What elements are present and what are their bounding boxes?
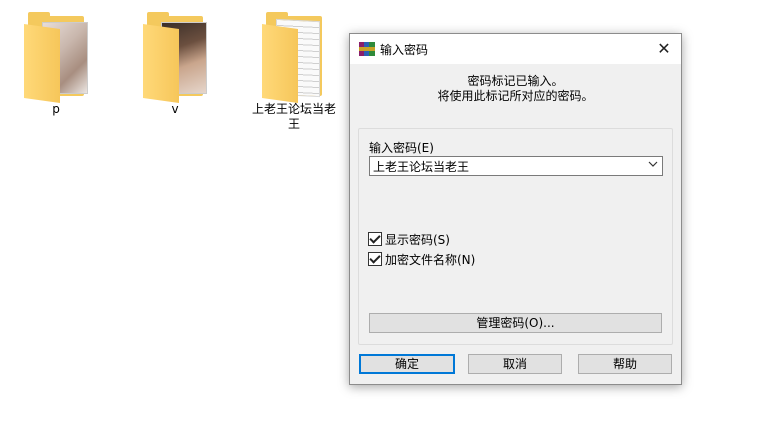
password-value: 上老王论坛当老王: [373, 160, 470, 174]
chevron-down-icon[interactable]: [648, 159, 658, 172]
folder-icon: [24, 12, 88, 104]
desktop-folder-p[interactable]: p: [8, 12, 104, 117]
message-line-2: 将使用此标记所对应的密码。: [437, 89, 594, 103]
dialog-title: 输入密码: [380, 43, 429, 57]
show-password-checkbox[interactable]: 显示密码(S): [368, 231, 450, 247]
folder-icon: [143, 12, 207, 104]
folder-icon: [262, 12, 326, 104]
manage-passwords-button[interactable]: 管理密码(O)...: [369, 313, 662, 333]
password-group: 输入密码(E) 上老王论坛当老王 显示密码(S) 加密文件名称(N) 管理密码(…: [358, 128, 673, 345]
dialog-body: 密码标记已输入。 将使用此标记所对应的密码。 输入密码(E) 上老王论坛当老王 …: [350, 64, 681, 384]
checkbox-checked-icon[interactable]: [368, 232, 382, 246]
dialog-titlebar[interactable]: 输入密码 ✕: [350, 34, 681, 64]
encrypt-names-checkbox[interactable]: 加密文件名称(N): [368, 251, 475, 267]
folder-label: 上老王论坛当老王: [252, 102, 337, 131]
folder-label: v: [171, 102, 179, 116]
dialog-message: 密码标记已输入。 将使用此标记所对应的密码。: [350, 74, 681, 104]
close-icon[interactable]: ✕: [647, 34, 681, 64]
desktop-folder-laowang[interactable]: 上老王论坛当老王: [246, 12, 342, 132]
ok-button[interactable]: 确定: [359, 354, 455, 374]
folder-label: p: [52, 102, 60, 116]
password-dialog: 输入密码 ✕ 密码标记已输入。 将使用此标记所对应的密码。 输入密码(E) 上老…: [349, 33, 682, 385]
show-password-label: 显示密码(S): [385, 233, 450, 247]
desktop-folder-v[interactable]: v: [127, 12, 223, 117]
help-button[interactable]: 帮助: [578, 354, 672, 374]
winrar-icon: [359, 41, 375, 57]
message-line-1: 密码标记已输入。: [467, 74, 564, 88]
checkbox-checked-icon[interactable]: [368, 252, 382, 266]
password-combobox[interactable]: 上老王论坛当老王: [369, 156, 663, 176]
encrypt-names-label: 加密文件名称(N): [385, 253, 476, 267]
password-label: 输入密码(E): [369, 141, 434, 155]
cancel-button[interactable]: 取消: [468, 354, 562, 374]
